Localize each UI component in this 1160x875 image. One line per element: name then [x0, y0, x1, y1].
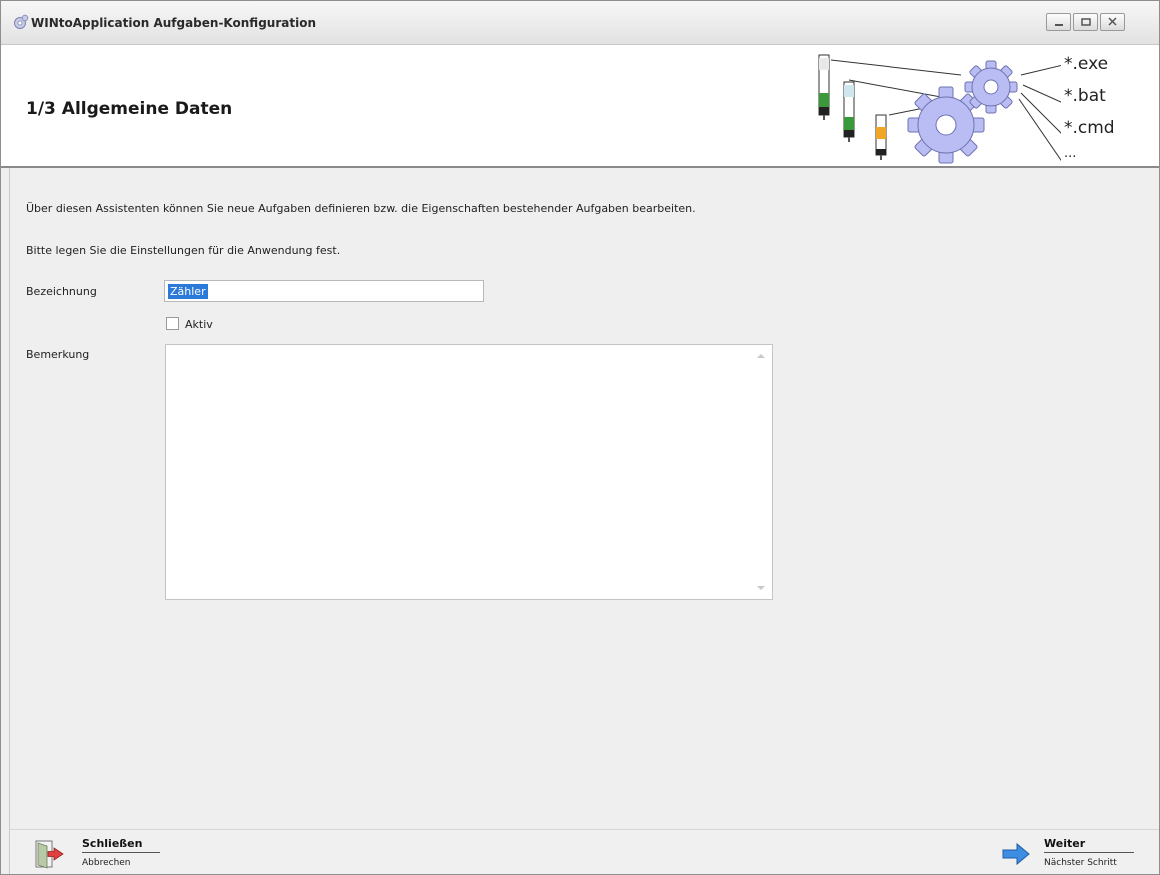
signal-tower-icon — [843, 81, 855, 142]
content-border — [9, 168, 10, 874]
remark-label: Bemerkung — [26, 348, 90, 361]
name-input-value: Zähler — [168, 284, 208, 299]
maximize-icon — [1081, 18, 1091, 26]
page-title: 1/3 Allgemeine Daten — [26, 99, 233, 119]
dialog-window: WINtoApplication Aufgaben-Konfiguration … — [0, 0, 1160, 875]
scroll-up-icon[interactable] — [757, 354, 765, 358]
intro-text: Über diesen Assistenten können Sie neue … — [26, 202, 696, 215]
active-checkbox[interactable] — [166, 317, 179, 330]
next-button-divider — [1044, 852, 1134, 853]
maximize-button[interactable] — [1073, 13, 1098, 31]
next-button[interactable]: Weiter Nächster Schritt — [1000, 837, 1150, 871]
extension-label: *.cmd — [1064, 118, 1115, 138]
close-window-button[interactable] — [1100, 13, 1125, 31]
footer-bar: Schließen Abbrechen Weiter Nächster Schr… — [10, 829, 1159, 874]
remark-textarea[interactable] — [165, 344, 773, 600]
minimize-button[interactable] — [1046, 13, 1071, 31]
minimize-icon — [1055, 24, 1063, 26]
scroll-down-icon[interactable] — [757, 586, 765, 590]
instruction-text: Bitte legen Sie die Einstellungen für di… — [26, 244, 341, 257]
signal-tower-icon — [875, 114, 887, 160]
close-button-label: Schließen — [82, 837, 143, 850]
close-button-sub: Abbrechen — [82, 858, 131, 868]
extension-label: ... — [1064, 146, 1077, 161]
name-label: Bezeichnung — [26, 285, 97, 298]
extension-label: *.exe — [1064, 54, 1109, 74]
signal-tower-icon — [818, 54, 830, 120]
window-title: WINtoApplication Aufgaben-Konfiguration — [31, 16, 316, 30]
gear-icon — [14, 14, 29, 29]
next-button-sub: Nächster Schritt — [1044, 858, 1117, 868]
close-button[interactable]: Schließen Abbrechen — [34, 837, 174, 871]
extension-label: *.bat — [1064, 86, 1106, 106]
exit-door-icon — [35, 840, 64, 869]
gears-illustration — [818, 54, 1061, 164]
title-bar[interactable]: WINtoApplication Aufgaben-Konfiguration — [1, 1, 1159, 45]
active-label[interactable]: Aktiv — [185, 318, 213, 331]
close-button-divider — [82, 852, 160, 853]
close-icon — [1108, 17, 1117, 26]
name-input[interactable]: Zähler — [164, 280, 484, 302]
small-gear-icon — [964, 60, 1018, 114]
wizard-header: 1/3 Allgemeine Daten *.exe *.bat *.cmd .… — [1, 45, 1159, 168]
next-button-label: Weiter — [1044, 837, 1086, 850]
arrow-right-icon — [1002, 842, 1030, 866]
